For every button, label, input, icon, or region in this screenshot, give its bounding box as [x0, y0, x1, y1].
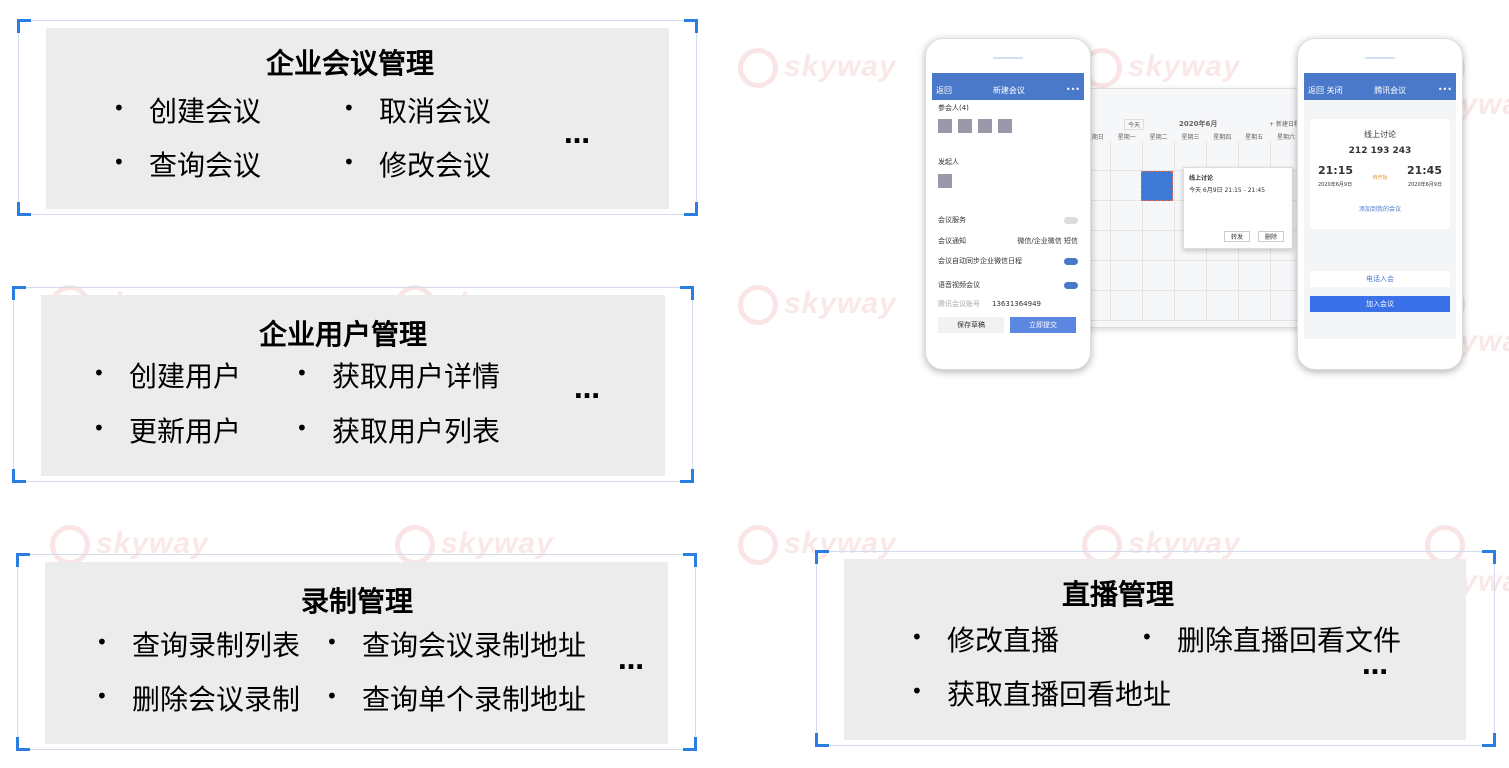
- screen-title: 腾讯会议: [1374, 86, 1407, 95]
- add-meeting-link: 添加到我的会议: [1358, 206, 1401, 213]
- account-label: 腾讯会议账号: [938, 300, 980, 308]
- sync-toggle: [1064, 257, 1078, 265]
- selected-day: [1141, 171, 1173, 201]
- account-value: 13631364949: [992, 300, 1041, 308]
- service-label: 会议服务: [938, 216, 966, 224]
- watermark-logo: skyway: [738, 285, 897, 325]
- card-title: 直播管理: [1062, 578, 1175, 611]
- weekday: 星期五: [1245, 134, 1264, 141]
- card-user-management: 企业用户管理 创建用户 获取用户详情 更新用户 获取用户列表 …: [12, 286, 694, 483]
- watermark-logo: skyway: [738, 48, 897, 88]
- status-label: 待开始: [1372, 175, 1388, 181]
- back-button: 返回: [1308, 86, 1324, 95]
- feature-item: 查询录制列表: [96, 624, 300, 664]
- watermark-logo: skyway: [1082, 48, 1241, 88]
- forward-button[interactable]: 转发: [1223, 231, 1250, 242]
- feature-item: 查询会议: [113, 144, 261, 184]
- more-icon: •••: [1437, 85, 1452, 94]
- feature-item: 创建会议: [113, 90, 261, 130]
- new-event-button: + 新建日程: [1269, 121, 1300, 128]
- feature-item: 创建用户: [93, 355, 241, 395]
- av-toggle: [1064, 281, 1078, 289]
- end-date: 2020年6月9日: [1407, 182, 1442, 188]
- more-ellipsis: …: [618, 646, 645, 676]
- participant-avatars: [938, 119, 1078, 133]
- initiator-avatar: [938, 174, 1078, 188]
- feature-item: 查询会议录制地址: [326, 624, 586, 664]
- av-label: 语音视频会议: [938, 281, 980, 289]
- meeting-card: 线上讨论 212 193 243 21:15 待开始 21:45 2020年6月9日…: [1310, 119, 1450, 229]
- new-meeting-phone-mockup: 返回 新建会议 ••• 参会人(4) 发起人 会议服务 会议通知 微信/企业微信 短信…: [925, 38, 1091, 370]
- more-ellipsis: …: [574, 375, 601, 405]
- event-popup: 线上讨论 今天 6月9日 21:15 - 21:45 转发 删除: [1183, 167, 1293, 249]
- card-title: 企业用户管理: [259, 318, 428, 351]
- weekday: 星期四: [1213, 134, 1232, 141]
- calendar-month: 2020年6月: [1179, 120, 1218, 128]
- sms-option: 短信: [1064, 237, 1078, 245]
- back-button: 返回: [936, 86, 952, 95]
- weekday: 星期六: [1276, 134, 1295, 141]
- card-title: 录制管理: [301, 585, 414, 618]
- feature-item: 获取用户列表: [296, 410, 500, 450]
- card-recording-management: 录制管理 查询录制列表 查询会议录制地址 删除会议录制 查询单个录制地址 …: [16, 553, 697, 751]
- dial-in-button: 电话入会: [1310, 271, 1450, 287]
- card-title: 企业会议管理: [266, 47, 435, 80]
- event-title: 线上讨论: [1189, 175, 1214, 182]
- delete-button[interactable]: 删除: [1257, 231, 1284, 242]
- more-ellipsis: …: [1362, 651, 1389, 681]
- join-meeting-button: 加入会议: [1310, 296, 1450, 312]
- more-ellipsis: …: [564, 120, 591, 150]
- meeting-name: 线上讨论: [1364, 130, 1396, 139]
- feature-item: 获取直播回看地址: [911, 673, 1171, 713]
- start-date: 2020年6月9日: [1318, 182, 1353, 188]
- meeting-id: 212 193 243: [1348, 146, 1412, 156]
- weekday: 星期一: [1117, 134, 1136, 141]
- close-button: 关闭: [1326, 86, 1343, 95]
- screen-title: 新建会议: [992, 86, 1025, 95]
- today-button: 今天: [1124, 119, 1145, 130]
- weekday: 星期二: [1149, 134, 1168, 141]
- weekday: 星期三: [1181, 134, 1200, 141]
- event-time: 今天 6月9日 21:15 - 21:45: [1189, 187, 1266, 194]
- initiator-label: 发起人: [938, 158, 959, 166]
- feature-item: 查询单个录制地址: [326, 678, 586, 718]
- feature-item: 更新用户: [93, 410, 241, 450]
- weekday-header: 星期日 星期一 星期二 星期三 星期四 星期五 星期六: [1079, 132, 1302, 141]
- end-time: 21:45: [1406, 164, 1442, 177]
- notify-label: 会议通知: [938, 237, 966, 245]
- feature-item: 删除会议录制: [96, 678, 300, 718]
- feature-item: 获取用户详情: [296, 355, 500, 395]
- save-draft-button: 保存草稿: [938, 317, 1004, 333]
- wechat-option: 微信/企业微信: [1017, 237, 1062, 245]
- more-icon: •••: [1065, 85, 1080, 94]
- feature-item: 修改直播: [911, 619, 1059, 659]
- card-live-management: 直播管理 修改直播 删除直播回看文件 获取直播回看地址 …: [815, 550, 1496, 747]
- submit-button: 立即提交: [1010, 317, 1076, 333]
- feature-item: 修改会议: [343, 144, 491, 184]
- participants-label: 参会人(4): [938, 104, 969, 112]
- sync-label: 会议自动同步企业微信日程: [938, 257, 1022, 265]
- feature-item: 取消会议: [343, 90, 491, 130]
- meeting-detail-phone-mockup: 返回 关闭 腾讯会议 ••• 线上讨论 212 193 243 21:15 待开始 21…: [1297, 38, 1463, 370]
- calendar-mockup: 2020年6月 今天 + 新建日程 星期日 星期一 星期二 星期三 星期四 星期…: [1078, 88, 1303, 328]
- service-toggle: [1064, 216, 1078, 224]
- start-time: 21:15: [1318, 164, 1354, 177]
- card-meeting-management: 企业会议管理 创建会议 取消会议 查询会议 修改会议 …: [17, 19, 698, 216]
